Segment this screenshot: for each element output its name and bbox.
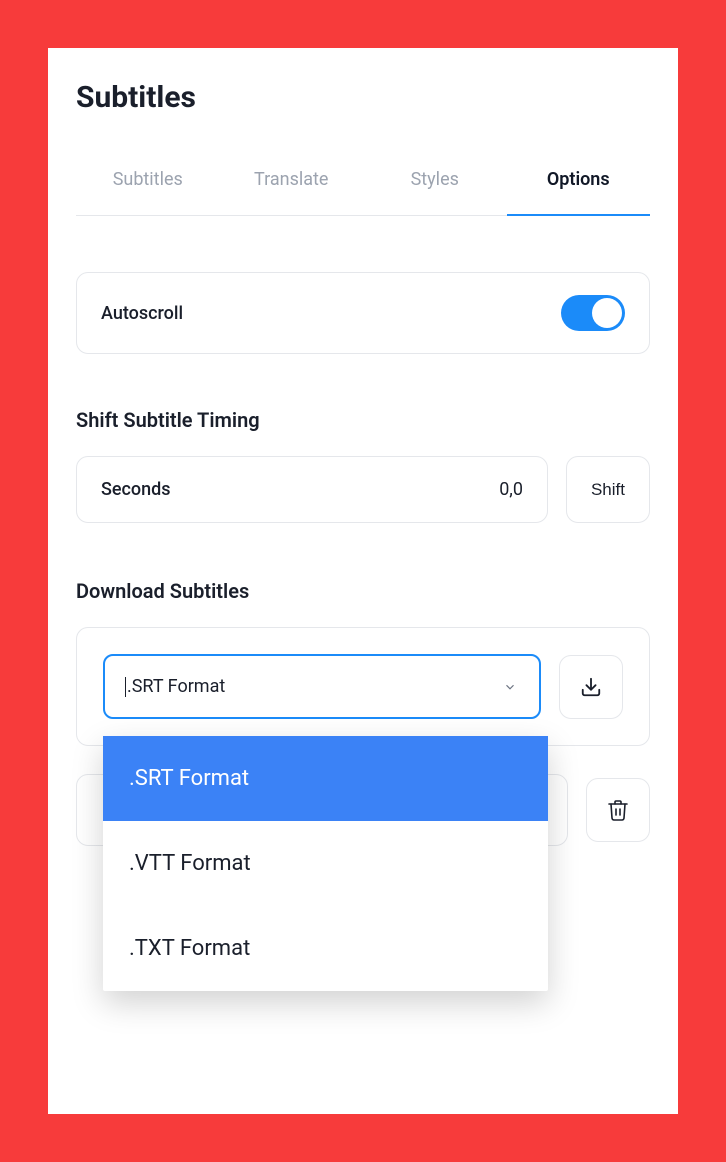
format-option-txt[interactable]: .TXT Format [103, 906, 548, 991]
chevron-down-icon [503, 680, 517, 694]
tabs: Subtitles Translate Styles Options [76, 155, 650, 216]
download-heading: Download Subtitles [76, 579, 650, 603]
download-button[interactable] [559, 655, 623, 719]
format-option-vtt[interactable]: .VTT Format [103, 821, 548, 906]
tab-options[interactable]: Options [507, 155, 651, 216]
format-option-srt[interactable]: .SRT Format [103, 736, 548, 821]
subtitles-panel: Subtitles Subtitles Translate Styles Opt… [48, 48, 678, 1114]
autoscroll-row: Autoscroll [76, 272, 650, 354]
download-icon [580, 676, 602, 698]
seconds-value: 0,0 [499, 479, 523, 500]
shift-button[interactable]: Shift [566, 456, 650, 523]
download-box: .SRT Format .SRT Format .VTT Format .TXT… [76, 627, 650, 746]
toggle-knob [592, 298, 622, 328]
tab-subtitles[interactable]: Subtitles [76, 155, 220, 216]
seconds-input[interactable]: Seconds 0,0 [76, 456, 548, 523]
shift-heading: Shift Subtitle Timing [76, 408, 650, 432]
seconds-label: Seconds [101, 479, 171, 500]
format-select[interactable]: .SRT Format [103, 654, 541, 719]
tab-styles[interactable]: Styles [363, 155, 507, 216]
autoscroll-label: Autoscroll [101, 303, 183, 324]
format-selected: .SRT Format [127, 676, 225, 697]
delete-button[interactable] [586, 778, 650, 842]
autoscroll-toggle[interactable] [561, 295, 625, 331]
trash-icon [606, 798, 630, 822]
shift-row: Seconds 0,0 Shift [76, 456, 650, 523]
tab-translate[interactable]: Translate [220, 155, 364, 216]
format-dropdown: .SRT Format .VTT Format .TXT Format [103, 736, 548, 991]
page-title: Subtitles [76, 80, 650, 115]
